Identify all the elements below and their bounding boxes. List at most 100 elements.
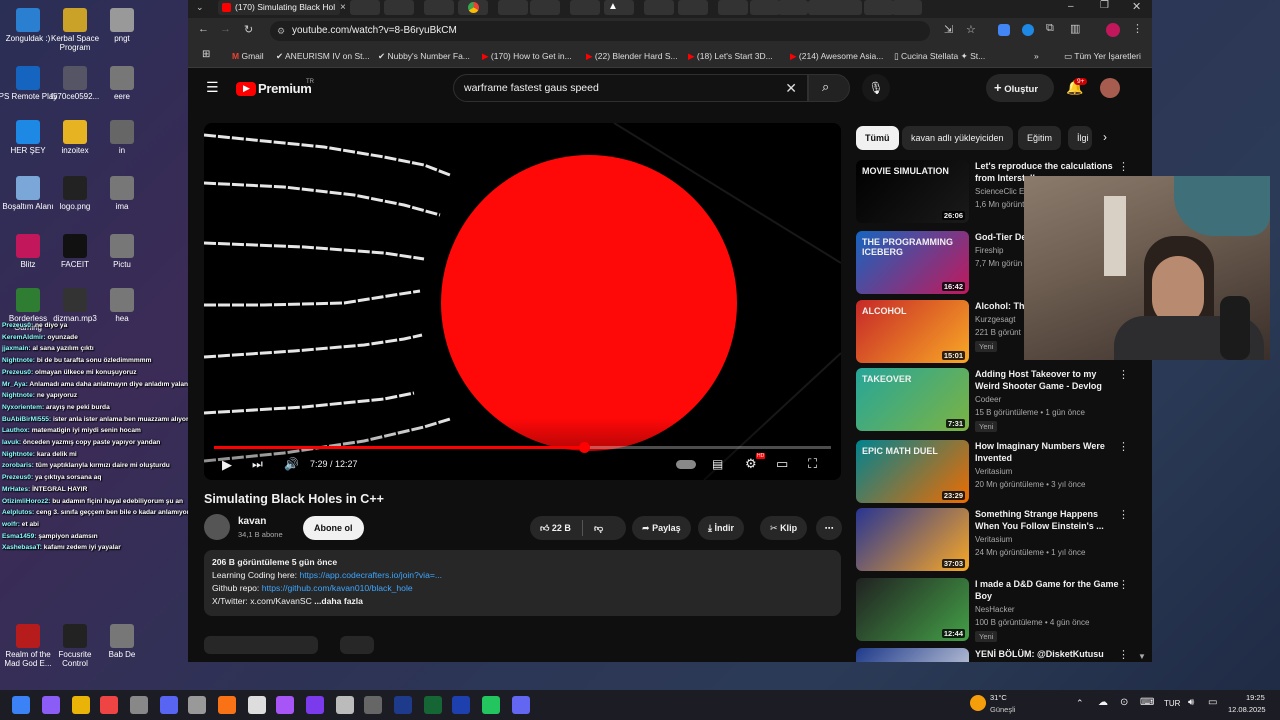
visual-studio-icon[interactable] [306,696,324,714]
voice-search-icon[interactable]: 🎙 [862,74,890,102]
reload-icon[interactable]: ↻ [244,23,253,36]
weather-sun-icon[interactable] [970,695,986,711]
back-icon[interactable]: ← [198,23,209,35]
tab-list-chevron-icon[interactable]: ⌄ [196,2,204,13]
premium-logo-text[interactable]: Premium [258,81,312,96]
tab-active[interactable]: (170) Simulating Black Hole [218,0,340,15]
recommended-video[interactable]: 12:44 I made a D&D Game for the Game Boy N… [856,578,1146,644]
browser-tab[interactable] [892,0,922,15]
more-options-icon[interactable]: ⋮ [1118,440,1129,453]
cloud-icon[interactable]: ☁ [1098,697,1108,708]
desktop-icon[interactable]: Bab De [92,624,152,659]
blender-icon[interactable] [218,696,236,714]
channel-avatar[interactable] [204,514,230,540]
spotify-icon[interactable] [482,696,500,714]
browser-tab[interactable] [384,0,414,15]
channel-name[interactable]: kavan [238,516,266,527]
bookmark-item[interactable]: ▶ (18) Let's Start 3D... [688,51,773,62]
play-icon[interactable]: ▶ [222,457,232,473]
obs-icon[interactable] [364,696,382,714]
clip-button[interactable]: ✂ Klip [760,516,808,540]
pt-icon[interactable] [424,696,442,714]
bookmark-item[interactable]: ✔ Nubby's Number Fa... [378,51,470,62]
more-bookmarks-icon[interactable]: » [1034,51,1039,61]
codecrafters-link[interactable]: https://app.codecrafters.io/join?via=... [299,570,442,580]
more-options-icon[interactable]: ⋮ [1118,368,1129,381]
more-options-icon[interactable]: ⋮ [1118,508,1129,521]
chip-education[interactable]: Eğitim [1018,126,1062,150]
browser-tab[interactable] [424,0,454,15]
scrollbar-down-arrow-icon[interactable]: ▼ [1138,652,1146,661]
sidepanel-icon[interactable]: ▥ [1070,22,1080,35]
video-thumbnail[interactable] [856,648,969,662]
clear-search-icon[interactable]: ✕ [785,75,797,101]
site-info-icon[interactable]: ⚙ [277,21,285,41]
bookmark-item[interactable]: ▯ Cucina Stellata ✦ St... [894,51,985,62]
autoplay-toggle[interactable] [676,460,696,469]
chrome-tab-icon[interactable] [468,2,479,13]
mic-icon[interactable]: ⊙ [1120,697,1128,708]
video-thumbnail[interactable]: THE PROGRAMMING ICEBERG 16:42 [856,231,969,294]
chip-all[interactable]: Tümü [856,126,899,150]
github-link[interactable]: https://github.com/kavan010/black_hole [262,583,413,593]
video-thumbnail[interactable]: ALCOHOL 15:01 [856,300,969,363]
language-indicator[interactable]: TUR [1164,699,1180,708]
bookmark-star-icon[interactable]: ☆ [966,23,976,36]
battery-icon[interactable]: ▭ [1208,697,1217,708]
menu-kebab-icon[interactable]: ⋮ [1132,22,1143,35]
file-explorer-icon[interactable] [72,696,90,714]
weather-text[interactable]: Güneşli [990,705,1015,714]
browser-tab[interactable] [570,0,600,15]
forward-icon[interactable]: → [220,23,231,35]
desktop-icon[interactable]: pngt [92,8,152,43]
close-window-icon[interactable]: ✕ [1132,0,1141,13]
extension-icon[interactable] [1022,24,1034,36]
bookmark-item[interactable]: M Gmail [232,51,264,61]
download-button[interactable]: ⤓ İndir [698,516,744,540]
github-icon[interactable] [276,696,294,714]
video-thumbnail[interactable]: EPIC MATH DUEL 23:29 [856,440,969,503]
app-icon[interactable] [512,696,530,714]
recommended-video[interactable]: EPIC MATH DUEL 23:29 How Imaginary Numbers… [856,440,1146,506]
volume-icon[interactable]: 🔊 [284,457,299,471]
copilot-icon[interactable] [42,696,60,714]
browser-tab[interactable] [832,0,862,15]
fullscreen-icon[interactable]: ⛶ [808,456,817,472]
browser-tab[interactable] [530,0,560,15]
install-icon[interactable]: ⇲ [944,23,953,36]
bookmark-item[interactable]: ▶ (22) Blender Hard S... [586,51,678,62]
more-actions-icon[interactable]: ⋯ [816,516,842,540]
video-thumbnail[interactable]: TAKEOVER 7:31 [856,368,969,431]
browser-tab[interactable] [644,0,674,15]
system-icon[interactable] [130,696,148,714]
subscribe-button[interactable]: Abone ol [303,516,364,540]
tray-chevron-icon[interactable]: ⌃ [1076,698,1084,709]
video-thumbnail[interactable]: MOVIE SIMULATION 26:06 [856,160,969,223]
url-field[interactable]: ⚙ youtube.com/watch?v=8-B6ryuBkCM [270,21,930,41]
windows-start-icon[interactable] [12,696,30,714]
chrome-icon[interactable] [100,696,118,714]
maximize-icon[interactable]: ❐ [1100,0,1109,11]
desktop-icon[interactable]: in [92,120,152,155]
browser-tab[interactable] [864,0,894,15]
next-icon[interactable]: ⏭ [252,457,263,472]
progress-bar[interactable] [214,442,831,453]
extension-icon[interactable] [998,24,1010,36]
browser-tab[interactable] [778,0,808,15]
share-button[interactable]: ➦ Paylaş [632,516,691,540]
browser-tab[interactable] [750,0,780,15]
theater-mode-icon[interactable]: ▭ [776,456,788,472]
recommended-video[interactable]: YENİ BÖLÜM: @DisketKutusu ⋮ [856,648,1146,662]
hamburger-menu-icon[interactable]: ☰ [206,79,219,96]
description-box[interactable]: 206 B görüntüleme 5 gün önce Learning Co… [204,550,841,616]
youtube-logo-icon[interactable]: ▶ [236,82,256,96]
desktop-icon[interactable]: ima [92,176,152,211]
weather-temp[interactable]: 31°C [990,693,1007,702]
show-more-link[interactable]: ...daha fazla [314,596,363,606]
thumbs-down-icon[interactable]: 👎︎ [594,516,603,540]
browser-tab[interactable] [498,0,528,15]
close-tab-icon[interactable]: × [340,2,346,13]
browser-tab[interactable] [350,0,380,15]
chip-uploader[interactable]: kavan adlı yükleyiciden [902,126,1013,150]
desktop-icon[interactable]: Pictu [92,234,152,269]
